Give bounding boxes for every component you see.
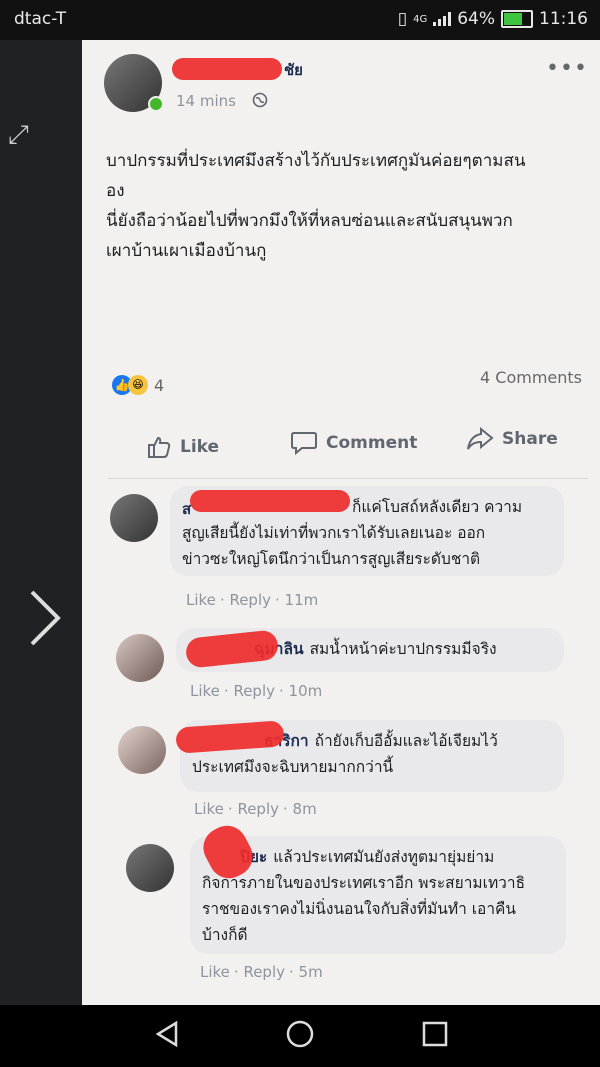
comment-time: 11m — [284, 591, 319, 609]
like-label: Like — [180, 437, 220, 457]
comment-reply-link[interactable]: Reply — [243, 963, 285, 981]
battery-icon — [501, 10, 533, 28]
comment-like-link[interactable]: Like — [194, 800, 224, 818]
post-line: อง — [106, 181, 125, 201]
comment-meta: Like · Reply · 11m — [186, 591, 319, 609]
comment-text-line: ประเทศมึงจะฉิบหายมากกว่านี้ — [192, 758, 394, 776]
globe-icon — [252, 92, 268, 108]
reaction-count: 4 — [154, 375, 165, 395]
comment-text-line: บ้างก็ดี — [202, 926, 248, 944]
comment-reply-link[interactable]: Reply — [233, 682, 275, 700]
comment-like-link[interactable]: Like — [186, 591, 216, 609]
recents-icon[interactable] — [420, 1019, 450, 1049]
author-name[interactable]: ชัย — [284, 58, 303, 82]
back-icon[interactable] — [152, 1019, 182, 1049]
comment-meta: Like · Reply · 8m — [194, 800, 317, 818]
expand-icon[interactable]: ⤢ — [8, 120, 29, 151]
vibrate-icon: ▯ — [397, 9, 408, 29]
comment-icon — [291, 432, 317, 456]
comment-like-link[interactable]: Like — [190, 682, 220, 700]
status-bar: dtac-T ▯ 4G 64% 11:16 — [0, 0, 600, 40]
commenter-avatar[interactable] — [126, 844, 174, 892]
comment-text-line: ราชของเราคงไม่นิ่งนอนใจกับสิ่งที่มันทำ เ… — [202, 900, 517, 918]
post-line: บาปกรรมที่ประเทศมึงสร้างไว้กับประเทศกูมั… — [106, 151, 526, 171]
chevron-right-icon[interactable] — [28, 588, 62, 648]
comment-text-line: แล้วประเทศมันยังส่งทูตมายุ่มย่าม — [273, 848, 495, 866]
comment-count[interactable]: 4 Comments — [480, 368, 582, 387]
clock: 11:16 — [539, 9, 588, 29]
reactions-summary[interactable]: 👍 😆 4 — [112, 375, 164, 395]
commenter-avatar[interactable] — [118, 726, 166, 774]
comment-reply-link[interactable]: Reply — [229, 591, 271, 609]
comment-time: 5m — [298, 963, 323, 981]
online-indicator — [148, 96, 164, 112]
signal-icon — [433, 12, 452, 26]
comment-label: Comment — [326, 433, 418, 453]
post-line: นี่ยังถือว่าน้อยไปที่พวกมึงให้ที่หลบซ่อน… — [106, 211, 513, 231]
commenter-avatar[interactable] — [116, 634, 164, 682]
comment-text-line: สูญเสียนี้ยังไม่เท่าที่พวกเราได้รับเลยเน… — [182, 524, 486, 542]
comment-time: 8m — [292, 800, 317, 818]
post-time[interactable]: 14 mins — [176, 92, 236, 110]
name-redaction — [172, 58, 282, 80]
home-icon[interactable] — [285, 1019, 315, 1049]
commenter-avatar[interactable] — [110, 494, 158, 542]
navigation-bar — [0, 1005, 600, 1067]
comment-line: ปิยะ แล้วประเทศมันยังส่งทูตมายุ่มย่าม — [202, 844, 554, 870]
share-label: Share — [502, 429, 558, 449]
like-button[interactable]: Like — [146, 434, 219, 460]
comment-time: 10m — [288, 682, 323, 700]
comment-meta: Like · Reply · 10m — [190, 682, 323, 700]
post-line: เผาบ้านเผาเมืองบ้านกู — [106, 241, 267, 261]
comment-text-line: ข่าวซะใหญ่โตนึกว่าเป็นการสูญเสียระดับชาต… — [182, 550, 481, 568]
battery-percent: 64% — [457, 9, 495, 29]
haha-reaction-icon: 😆 — [128, 375, 148, 395]
post-text: บาปกรรมที่ประเทศมึงสร้างไว้กับประเทศกูมั… — [106, 146, 584, 266]
carrier-label: dtac-T — [14, 9, 67, 29]
comment-like-link[interactable]: Like — [200, 963, 230, 981]
comment-meta: Like · Reply · 5m — [200, 963, 323, 981]
comment-text-line: ถ้ายังเก็บอีอั้มและไอ้เจียมไว้ — [314, 732, 498, 750]
status-icons: ▯ 4G 64% 11:16 — [398, 9, 588, 29]
viewer-side-panel: ⤢ — [0, 40, 82, 1005]
comment-button[interactable]: Comment — [290, 430, 417, 456]
share-button[interactable]: Share — [466, 426, 558, 452]
network-type: 4G — [413, 13, 428, 25]
comment-reply-link[interactable]: Reply — [237, 800, 279, 818]
comment-text-line: ก็แค่โบสถ์หลังเดียว ความ — [352, 498, 523, 516]
more-options-icon[interactable]: ••• — [546, 56, 588, 81]
thumbs-up-icon — [148, 436, 171, 458]
name-redaction — [190, 490, 350, 512]
comment-text-line: กิจการภายในของประเทศเราอีก พระสยามเทวาธิ — [202, 874, 526, 892]
share-icon — [467, 426, 494, 450]
comment-text-line: สมน้ำหน้าค่ะบาปกรรมมีจริง — [309, 640, 497, 658]
divider — [108, 478, 588, 479]
